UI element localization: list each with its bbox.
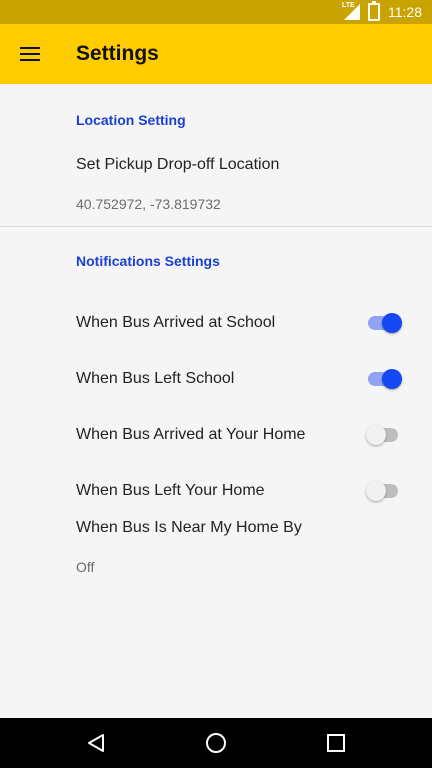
notification-item-left-home[interactable]: When Bus Left Your Home xyxy=(0,463,432,519)
notifications-section: Notifications Settings When Bus Arrived … xyxy=(0,227,432,575)
home-button[interactable] xyxy=(186,718,246,768)
pickup-location-item[interactable]: Set Pickup Drop-off Location 40.752972, … xyxy=(0,156,432,212)
toggle-left-school[interactable] xyxy=(366,369,402,389)
near-home-value: Off xyxy=(76,559,95,575)
notification-item-left-school[interactable]: When Bus Left School xyxy=(0,351,432,407)
toggle-arrived-school[interactable] xyxy=(366,313,402,333)
clock: 11:28 xyxy=(388,4,422,20)
system-nav-bar xyxy=(0,718,432,768)
home-circle-icon xyxy=(206,733,226,753)
section-header-location: Location Setting xyxy=(76,112,186,128)
notification-item-arrived-school[interactable]: When Bus Arrived at School xyxy=(0,295,432,351)
section-header-notifications: Notifications Settings xyxy=(76,253,220,269)
notification-item-near-home[interactable]: When Bus Is Near My Home By Off xyxy=(0,519,432,575)
status-icons: LTE ⚡ 11:28 xyxy=(342,0,422,24)
notification-label: When Bus Left Your Home xyxy=(76,482,265,499)
back-triangle-icon xyxy=(88,734,104,752)
notification-item-arrived-home[interactable]: When Bus Arrived at Your Home xyxy=(0,407,432,463)
menu-button[interactable] xyxy=(0,24,60,84)
recents-square-icon xyxy=(327,734,345,752)
status-bar: LTE ⚡ 11:28 xyxy=(0,0,432,24)
settings-list: Location Setting Set Pickup Drop-off Loc… xyxy=(0,84,432,575)
battery-icon: ⚡ xyxy=(368,1,380,21)
pickup-location-coordinates: 40.752972, -73.819732 xyxy=(76,196,221,212)
pickup-location-title: Set Pickup Drop-off Location xyxy=(76,156,280,173)
toggle-left-home[interactable] xyxy=(366,481,402,501)
app-bar: Settings xyxy=(0,24,432,84)
notification-label: When Bus Arrived at School xyxy=(76,314,276,331)
hamburger-icon xyxy=(20,47,40,61)
notification-label: When Bus Arrived at Your Home xyxy=(76,426,306,443)
location-section: Location Setting Set Pickup Drop-off Loc… xyxy=(0,84,432,227)
toggle-arrived-home[interactable] xyxy=(366,425,402,445)
back-button[interactable] xyxy=(66,718,126,768)
recents-button[interactable] xyxy=(306,718,366,768)
page-title: Settings xyxy=(76,42,159,65)
notification-label: When Bus Left School xyxy=(76,370,235,387)
near-home-title: When Bus Is Near My Home By xyxy=(76,519,302,536)
signal-icon: LTE xyxy=(342,2,360,20)
